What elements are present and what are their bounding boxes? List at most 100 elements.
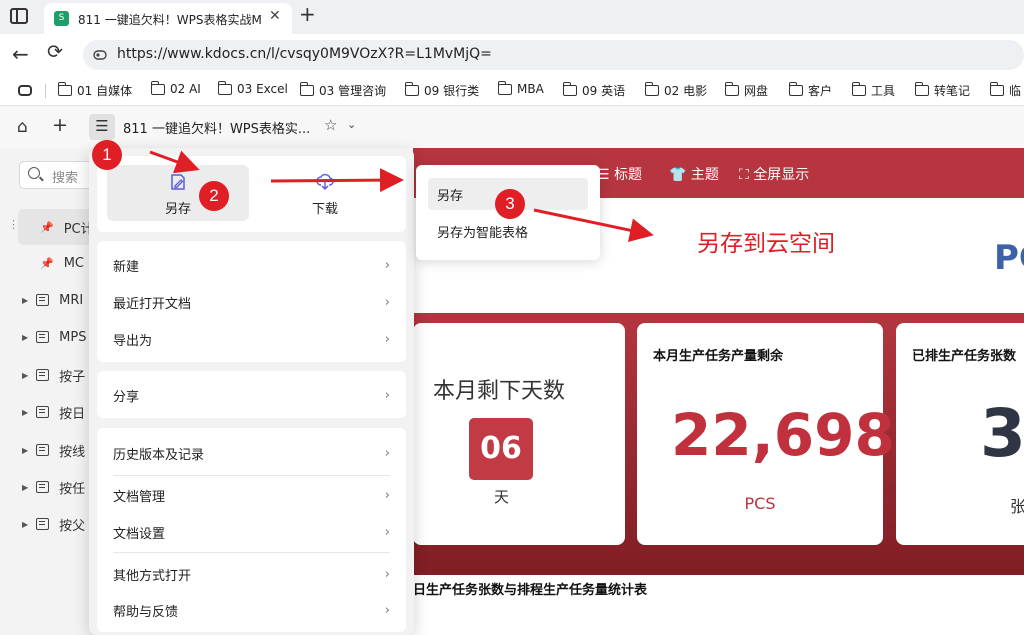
back-button[interactable]: ← [12, 42, 29, 66]
site-info-icon[interactable] [93, 48, 107, 62]
folder-icon [57, 82, 72, 96]
banner-title-button[interactable]: ☰ 标题 [597, 164, 642, 184]
menu-item-open-with[interactable]: 其他方式打开 › [113, 556, 390, 592]
submenu-item-save-as-smart-sheet[interactable]: 另存为智能表格 [428, 215, 588, 247]
bookmark-item[interactable]: 客户 [788, 82, 832, 99]
sheet-label: 按子 [59, 369, 86, 385]
search-placeholder: 搜索 [52, 171, 79, 186]
sheet-item[interactable]: ▶ MRI [18, 282, 100, 318]
menu-item-export[interactable]: 导出为 › [113, 321, 390, 357]
sheet-label: MPS [59, 329, 87, 345]
folder-icon [914, 82, 929, 96]
menu-item-history[interactable]: 历史版本及记录 › [113, 435, 390, 471]
reload-button[interactable]: ⟳ [47, 41, 63, 63]
banner-theme-button[interactable]: 👕 主题 [669, 164, 719, 184]
folder-icon [299, 82, 314, 96]
chevron-down-icon[interactable]: ⌄ [347, 118, 356, 131]
url-field[interactable]: https://www.kdocs.cn/l/cvsqy0M9VOzX?R=L1… [83, 40, 1024, 70]
bookmark-label: 03 Excel [237, 82, 288, 96]
bookmark-item[interactable]: 03 Excel [217, 80, 288, 96]
bookmark-label: 02 电影 [664, 84, 708, 98]
sheet-item[interactable]: ▶ 按线 [18, 432, 100, 468]
home-icon[interactable]: ⌂ [17, 117, 28, 137]
kpi-card-value: 22,698 [671, 401, 895, 469]
star-icon[interactable]: ☆ [324, 116, 337, 134]
bookmark-label: 09 英语 [582, 84, 626, 98]
chevron-right-icon: › [384, 257, 390, 273]
reading-list-icon[interactable] [18, 85, 32, 96]
menu-item-label: 帮助与反馈 [113, 604, 179, 620]
folder-icon [644, 82, 659, 96]
sheet-item[interactable]: ▶ MPS [18, 319, 100, 355]
menu-item-doc-settings[interactable]: 文档设置 › [113, 514, 390, 550]
bookmark-item[interactable]: 02 AI [150, 80, 201, 96]
sheet-item[interactable]: ▶ 按日 [18, 394, 100, 430]
bookmark-item[interactable]: 02 电影 [644, 82, 708, 99]
sheet-item[interactable]: 📌 MC [18, 245, 100, 281]
menu-item-new[interactable]: 新建 › [113, 247, 390, 283]
expand-triangle-icon[interactable]: ▶ [22, 483, 28, 492]
expand-triangle-icon[interactable]: ▶ [22, 408, 28, 417]
bookmark-item[interactable]: 09 英语 [562, 82, 626, 99]
bookmark-label: 01 自媒体 [77, 84, 133, 98]
new-document-icon[interactable]: + [52, 114, 68, 136]
main-menu-button[interactable]: ☰ [89, 114, 115, 140]
bookmark-label: 网盘 [744, 84, 769, 98]
step-marker-2: 2 [199, 181, 229, 211]
list-icon [36, 481, 50, 493]
bookmark-item[interactable]: 01 自媒体 [57, 82, 133, 99]
expand-triangle-icon[interactable]: ▶ [22, 520, 28, 529]
list-icon [36, 518, 50, 530]
bookmark-item[interactable]: 转笔记 [914, 82, 970, 99]
menu-item-label: 最近打开文档 [113, 296, 192, 312]
annotation-caption: 另存到云空间 [697, 231, 835, 257]
menu-item-share[interactable]: 分享 › [113, 377, 390, 413]
kpi-card-scheduled: 已排生产任务张数 3 张 [896, 323, 1024, 545]
pin-icon: 📌 [40, 256, 54, 270]
folder-icon [562, 82, 577, 96]
bookmark-item[interactable]: 网盘 [724, 82, 769, 99]
banner-theme-label: 主题 [690, 167, 719, 183]
document-title[interactable]: 811 一键追欠料！WPS表格实... [123, 118, 310, 137]
sheet-label: 按线 [59, 444, 86, 460]
menu-item-recent[interactable]: 最近打开文档 › [113, 284, 390, 320]
sheet-item[interactable]: ▶ 按任 [18, 469, 100, 505]
address-bar: ← ⟳ https://www.kdocs.cn/l/cvsqy0M9VOzX?… [0, 34, 1024, 76]
menu-group-manage: 历史版本及记录 › 文档管理 › 文档设置 › 其他方式打开 › 帮助与反馈 › [97, 428, 406, 632]
chevron-right-icon: › [384, 566, 390, 582]
sheet-item[interactable]: ▶ 按子 [18, 357, 100, 393]
bookmark-item[interactable]: 临 [989, 82, 1021, 99]
expand-triangle-icon[interactable]: ▶ [22, 333, 28, 342]
list-icon [36, 406, 50, 418]
expand-triangle-icon[interactable]: ▶ [22, 371, 28, 380]
chevron-right-icon: › [384, 294, 390, 310]
expand-triangle-icon[interactable]: ▶ [22, 446, 28, 455]
save-as-icon [171, 174, 185, 190]
download-button[interactable]: 下载 [254, 165, 396, 221]
bookmark-item[interactable]: MBA [497, 80, 544, 96]
kpi-card-value: 3 [980, 395, 1024, 472]
menu-item-label: 文档设置 [113, 526, 166, 542]
sheet-item[interactable]: 📌 PC计 [18, 209, 100, 245]
folder-icon [788, 82, 803, 96]
section-title: 日生产任务张数与排程生产任务量统计表 [413, 583, 648, 598]
step-marker-1: 1 [92, 140, 122, 170]
close-tab-icon[interactable]: ✕ [269, 8, 281, 24]
folder-icon [724, 82, 739, 96]
sheet-item[interactable]: ▶ 按父 [18, 506, 100, 542]
new-tab-button[interactable]: + [299, 2, 316, 26]
expand-triangle-icon[interactable]: ▶ [22, 296, 28, 305]
browser-tab[interactable]: S 811 一键追欠料！WPS表格实战M ✕ [44, 3, 292, 34]
list-icon [36, 294, 50, 306]
browser-tab-strip: S 811 一键追欠料！WPS表格实战M ✕ + [0, 0, 1024, 34]
bookmark-item[interactable]: 工具 [851, 82, 895, 99]
sidebar-toggle-icon[interactable] [10, 8, 28, 24]
banner-fullscreen-button[interactable]: ⛶ 全屏显示 [739, 164, 809, 184]
menu-item-doc-manage[interactable]: 文档管理 › [113, 477, 390, 513]
bookmark-item[interactable]: 03 管理咨询 [299, 82, 387, 99]
menu-item-help[interactable]: 帮助与反馈 › [113, 592, 390, 628]
bookmark-label: 03 管理咨询 [319, 84, 387, 98]
folder-icon [217, 80, 232, 95]
bookmark-item[interactable]: 09 银行类 [404, 82, 479, 99]
banner-title-label: 标题 [614, 167, 643, 183]
